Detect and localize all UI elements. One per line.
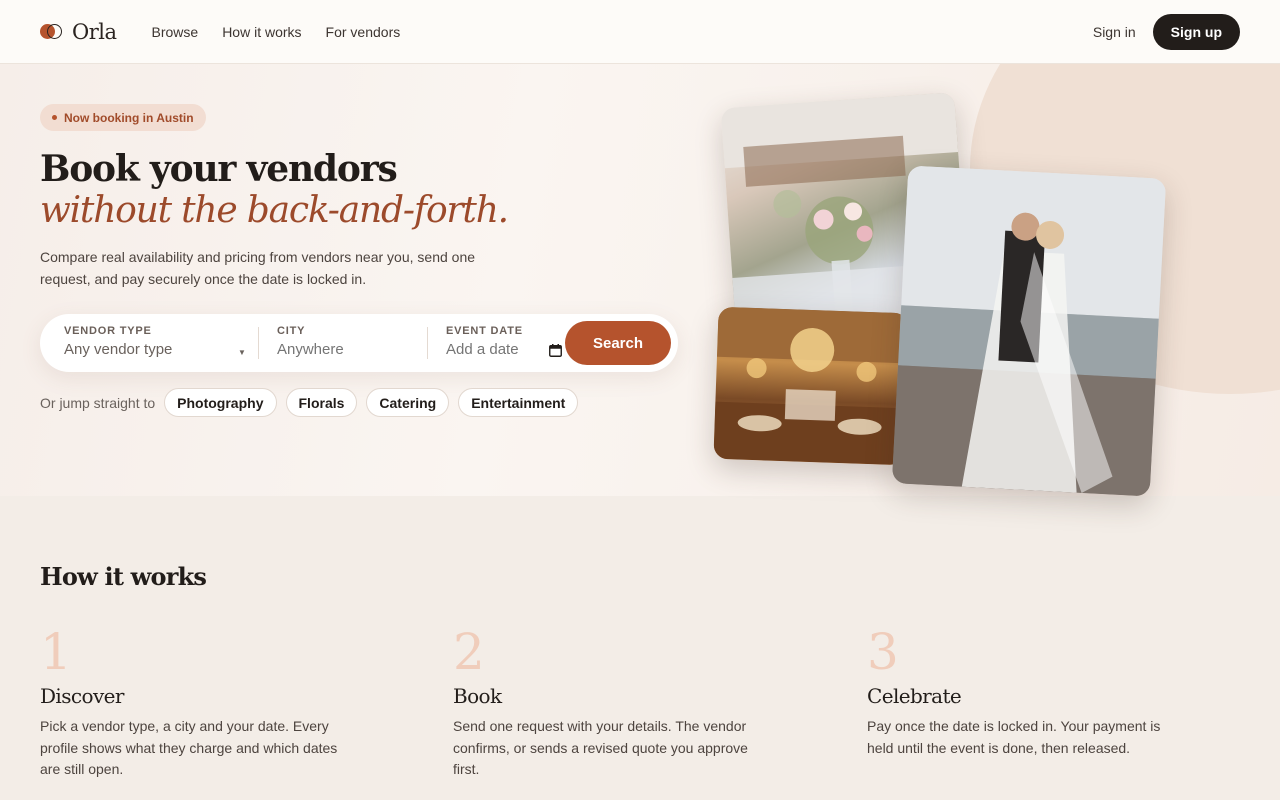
vendor-type-field[interactable]: VENDOR TYPE Any vendor type	[64, 325, 244, 358]
sign-in-link[interactable]: Sign in	[1093, 24, 1136, 40]
step-number: 2	[453, 623, 485, 681]
calendar-icon[interactable]	[549, 344, 562, 357]
step-description: Pay once the date is locked in. Your pay…	[867, 718, 1161, 756]
step-title: Book	[453, 684, 502, 708]
venue-hall-photo	[713, 306, 909, 466]
chip-florals[interactable]: Florals	[285, 388, 358, 417]
logo-text: Orla	[72, 19, 117, 44]
city-field[interactable]: CITY	[277, 325, 437, 359]
step-number: 1	[40, 623, 72, 681]
chip-entertainment[interactable]: Entertainment	[458, 388, 579, 417]
step-discover: 1 Discover Pick a vendor type, a city an…	[40, 624, 360, 781]
couple-photo	[891, 165, 1167, 497]
nav-browse[interactable]: Browse	[152, 24, 199, 40]
city-label: CITY	[277, 325, 306, 337]
divider	[258, 327, 259, 359]
badge-dot-icon	[52, 115, 57, 120]
step-title: Discover	[40, 684, 124, 708]
hero-title-line2: without the back-and-forth.	[40, 190, 509, 231]
logo-mark-icon	[40, 23, 64, 41]
event-date-label: EVENT DATE	[446, 325, 523, 337]
chip-catering[interactable]: Catering	[366, 388, 450, 417]
chip-photography[interactable]: Photography	[164, 388, 277, 417]
search-bar: VENDOR TYPE Any vendor type ▼ CITY EVENT…	[40, 314, 678, 372]
chevron-down-icon[interactable]: ▼	[238, 348, 246, 357]
quick-links-label: Or jump straight to	[40, 394, 156, 411]
vendor-type-select[interactable]: Any vendor type	[64, 341, 224, 358]
event-date-field[interactable]: EVENT DATE	[446, 325, 564, 359]
main-nav: Browse How it works For vendors	[152, 24, 401, 40]
badge-text: Now booking in Austin	[64, 110, 194, 125]
quick-links: Or jump straight to Photography Florals …	[40, 388, 587, 417]
logo[interactable]: Orla	[40, 20, 117, 44]
step-description: Pick a vendor type, a city and your date…	[40, 718, 338, 777]
auth-actions: Sign in Sign up	[1093, 13, 1240, 50]
step-description: Send one request with your details. The …	[453, 718, 748, 777]
city-input[interactable]	[277, 341, 437, 358]
step-title: Celebrate	[867, 684, 962, 708]
divider	[427, 327, 428, 359]
event-date-input[interactable]	[446, 341, 546, 358]
top-header: Orla Browse How it works For vendors Sig…	[0, 0, 1280, 64]
hero-description: Compare real availability and pricing fr…	[40, 249, 476, 287]
step-celebrate: 3 Celebrate Pay once the date is locked …	[867, 624, 1187, 759]
vendor-type-label: VENDOR TYPE	[64, 325, 152, 337]
step-number: 3	[867, 623, 899, 681]
sign-up-button[interactable]: Sign up	[1152, 13, 1240, 50]
status-badge: Now booking in Austin	[40, 104, 206, 131]
step-book: 2 Book Send one request with your detail…	[453, 624, 773, 781]
nav-how-it-works[interactable]: How it works	[222, 24, 301, 40]
how-it-works-title: How it works	[40, 562, 207, 591]
search-button[interactable]: Search	[565, 321, 671, 365]
hero-title-line1: Book your vendors	[40, 148, 398, 190]
nav-for-vendors[interactable]: For vendors	[326, 24, 401, 40]
